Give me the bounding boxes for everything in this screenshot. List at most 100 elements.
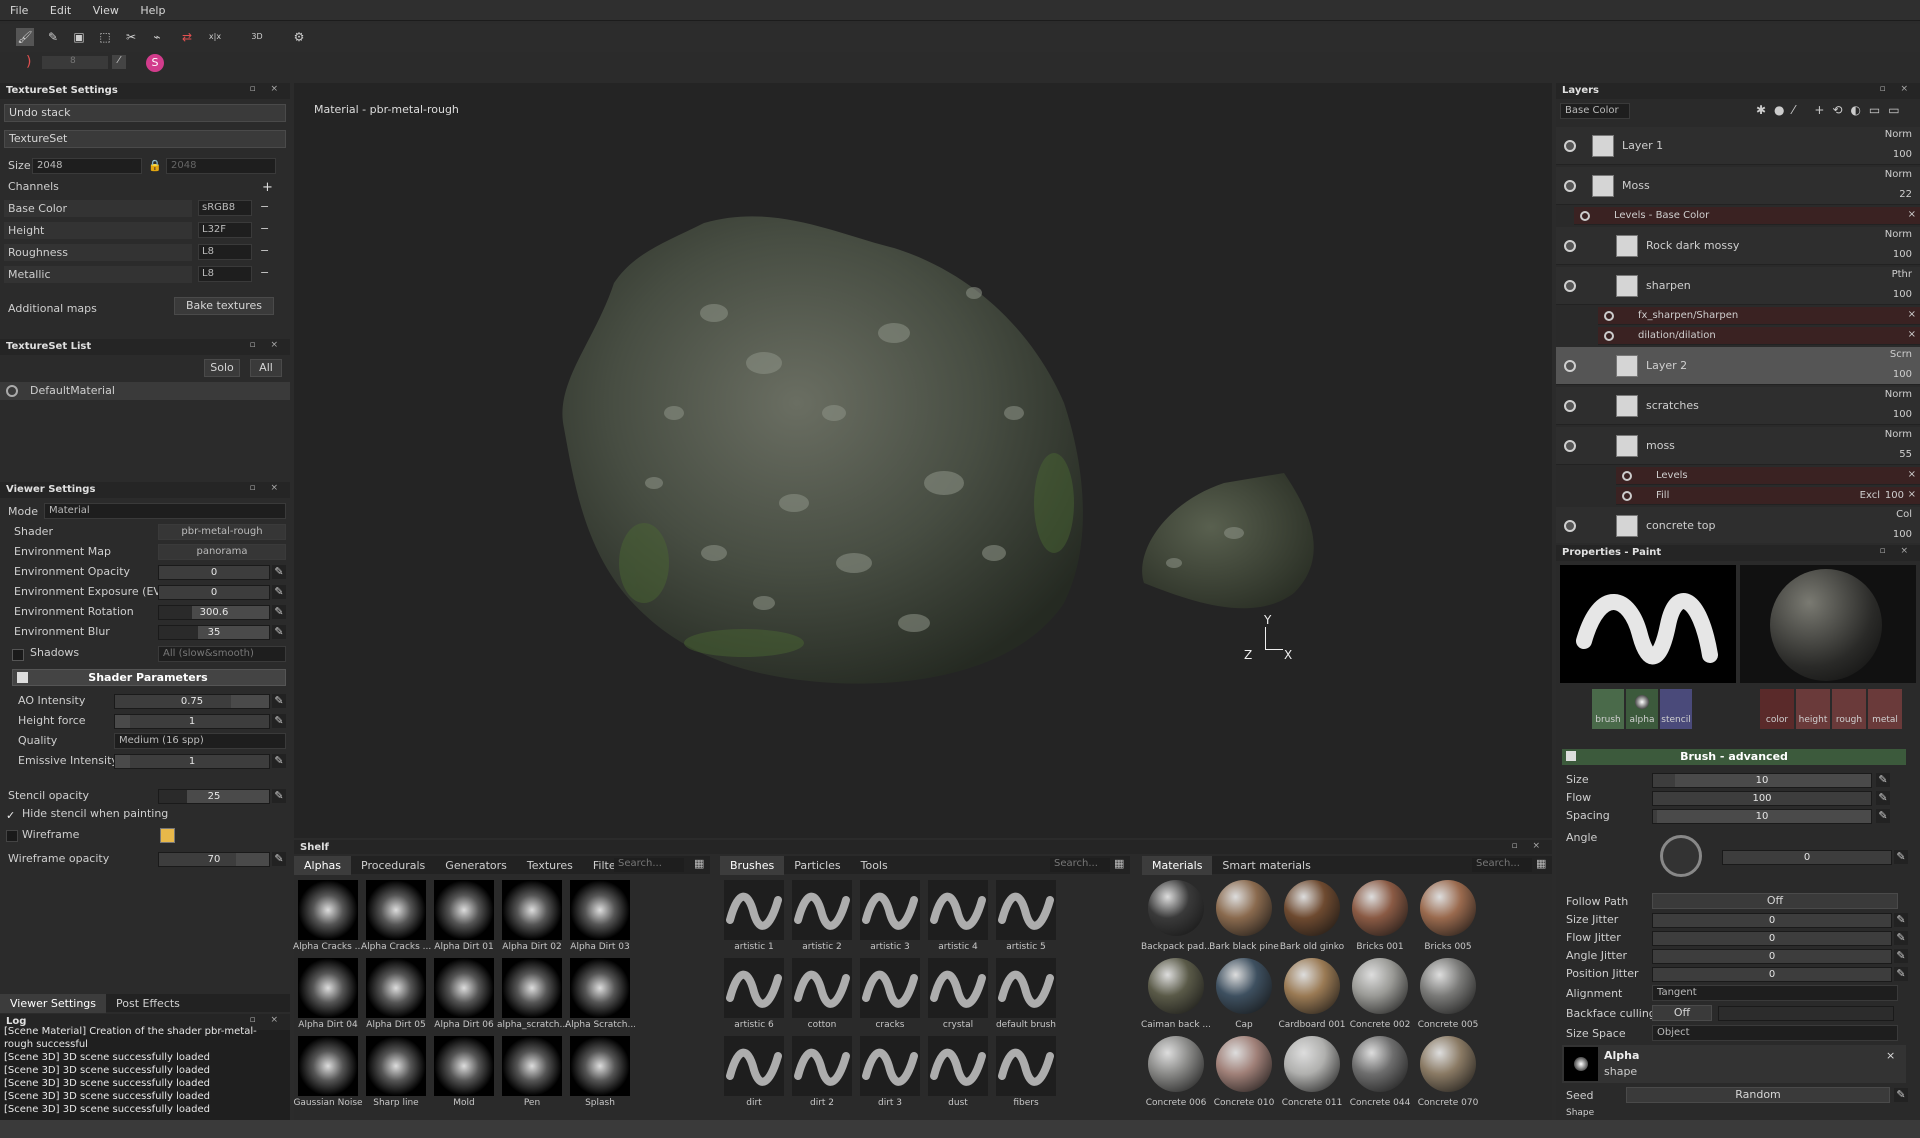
- material-thumbnail[interactable]: [1148, 958, 1204, 1014]
- material-thumbnail[interactable]: [1284, 1036, 1340, 1092]
- eye-icon[interactable]: [1622, 491, 1632, 501]
- layer-row[interactable]: concrete top Col 100: [1556, 507, 1920, 543]
- wireframe-color-swatch[interactable]: [160, 828, 175, 843]
- panel-controls-icon[interactable]: ▫ ×: [249, 84, 284, 94]
- height-channel-slot[interactable]: height: [1796, 689, 1830, 729]
- shelf-search-input[interactable]: Search...: [614, 858, 684, 872]
- edit-icon[interactable]: ✎: [272, 694, 286, 708]
- material-thumbnail[interactable]: [1284, 880, 1340, 936]
- size-field[interactable]: 8: [42, 56, 108, 69]
- all-button[interactable]: All: [250, 359, 282, 377]
- alpha-thumbnail[interactable]: [434, 1036, 494, 1096]
- hide-stencil-checkbox[interactable]: ✓: [6, 809, 15, 822]
- edit-icon[interactable]: ✎: [272, 852, 286, 866]
- remove-channel-icon[interactable]: −: [260, 266, 269, 279]
- panel-controls-icon[interactable]: ▫ ×: [249, 1015, 284, 1025]
- blend-mode[interactable]: Norm: [1885, 429, 1912, 440]
- brush-thumbnail[interactable]: [724, 880, 784, 940]
- remove-icon[interactable]: ×: [1908, 209, 1916, 220]
- layer-thumbnail[interactable]: [1616, 515, 1638, 537]
- alpha-thumbnail[interactable]: [366, 1036, 426, 1096]
- effect-row[interactable]: Fill Excl 100 ×: [1616, 487, 1920, 505]
- material-thumbnail[interactable]: [1352, 958, 1408, 1014]
- panel-controls-icon[interactable]: ▫ ×: [1511, 841, 1546, 851]
- solo-button[interactable]: Solo: [204, 359, 240, 377]
- mirror-icon[interactable]: x|x: [206, 28, 224, 46]
- effect-row[interactable]: fx_sharpen/Sharpen ×: [1598, 307, 1920, 325]
- layer-row[interactable]: Moss Norm 22: [1556, 167, 1920, 205]
- edit-icon[interactable]: ✎: [272, 714, 286, 728]
- alpha-thumbnail[interactable]: [298, 958, 358, 1018]
- brush-advanced-header[interactable]: Brush - advanced: [1562, 749, 1906, 765]
- lazy-mouse-icon[interactable]: ): [26, 54, 31, 70]
- alpha-thumbnail[interactable]: [434, 880, 494, 940]
- textureset-item[interactable]: DefaultMaterial: [0, 382, 290, 400]
- panel-controls-icon[interactable]: ▫ ×: [249, 483, 284, 493]
- material-thumbnail[interactable]: [1148, 880, 1204, 936]
- angle-dial[interactable]: [1660, 835, 1702, 877]
- menu-view[interactable]: View: [83, 0, 119, 17]
- blend-mode[interactable]: Scrn: [1890, 349, 1912, 360]
- channel-format-select[interactable]: L32F: [198, 222, 252, 238]
- jitter-slider[interactable]: 0: [1652, 967, 1892, 982]
- brush-thumbnail[interactable]: [792, 1036, 852, 1096]
- angle-slider[interactable]: 0: [1722, 850, 1892, 865]
- geometry-tool-icon[interactable]: ⬚: [96, 28, 114, 46]
- layer-opacity[interactable]: 100: [1893, 289, 1912, 300]
- layer-thumbnail[interactable]: [1592, 135, 1614, 157]
- edit-icon[interactable]: ✎: [272, 605, 286, 619]
- remove-icon[interactable]: ×: [1908, 489, 1916, 500]
- paint-tool-icon[interactable]: 🖌: [16, 28, 34, 46]
- panel-controls-icon[interactable]: ▫ ×: [1879, 84, 1914, 94]
- material-thumbnail[interactable]: [1420, 1036, 1476, 1092]
- edit-icon[interactable]: ✎: [1876, 809, 1890, 823]
- layer-opacity[interactable]: 100: [1893, 149, 1912, 160]
- eraser-tool-icon[interactable]: ✎: [44, 28, 62, 46]
- lock-icon[interactable]: 🔒: [148, 159, 162, 172]
- color-channel-slot[interactable]: color: [1760, 689, 1794, 729]
- brush-thumbnail[interactable]: [996, 880, 1056, 940]
- backface-slider[interactable]: [1718, 1006, 1894, 1021]
- tab-alphas[interactable]: Alphas: [294, 856, 352, 875]
- material-thumbnail[interactable]: [1216, 958, 1272, 1014]
- alpha-thumbnail[interactable]: [434, 958, 494, 1018]
- rough-channel-slot[interactable]: rough: [1832, 689, 1866, 729]
- layer-thumbnail[interactable]: [1616, 275, 1638, 297]
- material-thumbnail[interactable]: [1284, 958, 1340, 1014]
- tab-smart-materials[interactable]: Smart materials: [1212, 856, 1320, 875]
- quality-select[interactable]: Medium (16 spp): [114, 733, 286, 749]
- shader-parameters-header[interactable]: Shader Parameters: [12, 669, 286, 686]
- jitter-slider[interactable]: 0: [1652, 931, 1892, 946]
- channel-format-select[interactable]: sRGB8: [198, 200, 252, 216]
- tab-brushes[interactable]: Brushes: [720, 856, 785, 875]
- material-search-input[interactable]: Search...: [1472, 858, 1532, 872]
- alpha-slot[interactable]: alpha: [1626, 689, 1658, 729]
- blend-mode[interactable]: Norm: [1885, 129, 1912, 140]
- material-thumbnail[interactable]: [1216, 1036, 1272, 1092]
- eye-icon[interactable]: [1604, 331, 1614, 341]
- brush-thumbnail[interactable]: [860, 1036, 920, 1096]
- blend-mode[interactable]: Norm: [1885, 389, 1912, 400]
- alpha-thumbnail[interactable]: [1564, 1047, 1598, 1081]
- edit-icon[interactable]: ✎: [1876, 773, 1890, 787]
- symmetry-icon[interactable]: ⇄: [178, 28, 196, 46]
- wireframe-checkbox[interactable]: [6, 830, 18, 842]
- shadows-select[interactable]: All (slow&smooth): [158, 646, 286, 662]
- brush-thumbnail[interactable]: [792, 880, 852, 940]
- remove-channel-icon[interactable]: −: [260, 222, 269, 235]
- eye-icon[interactable]: [1622, 471, 1632, 481]
- layer-opacity[interactable]: 100: [1893, 249, 1912, 260]
- mode-select[interactable]: Material: [44, 503, 286, 519]
- tab-procedurals[interactable]: Procedurals: [351, 856, 435, 875]
- blend-mode[interactable]: Pthr: [1892, 269, 1912, 280]
- tab-generators[interactable]: Generators: [435, 856, 517, 875]
- size-select[interactable]: 2048: [32, 158, 142, 174]
- ao-intensity-slider[interactable]: 0.75: [114, 694, 270, 709]
- brush-thumbnail[interactable]: [724, 1036, 784, 1096]
- edit-icon[interactable]: ✎: [272, 789, 286, 803]
- edit-icon[interactable]: ✎: [1894, 967, 1908, 981]
- wireframe-opacity-slider[interactable]: 70: [158, 852, 270, 867]
- size-space-select[interactable]: Object: [1652, 1025, 1898, 1041]
- layer-opacity[interactable]: 55: [1899, 449, 1912, 460]
- eye-icon[interactable]: [1564, 360, 1576, 372]
